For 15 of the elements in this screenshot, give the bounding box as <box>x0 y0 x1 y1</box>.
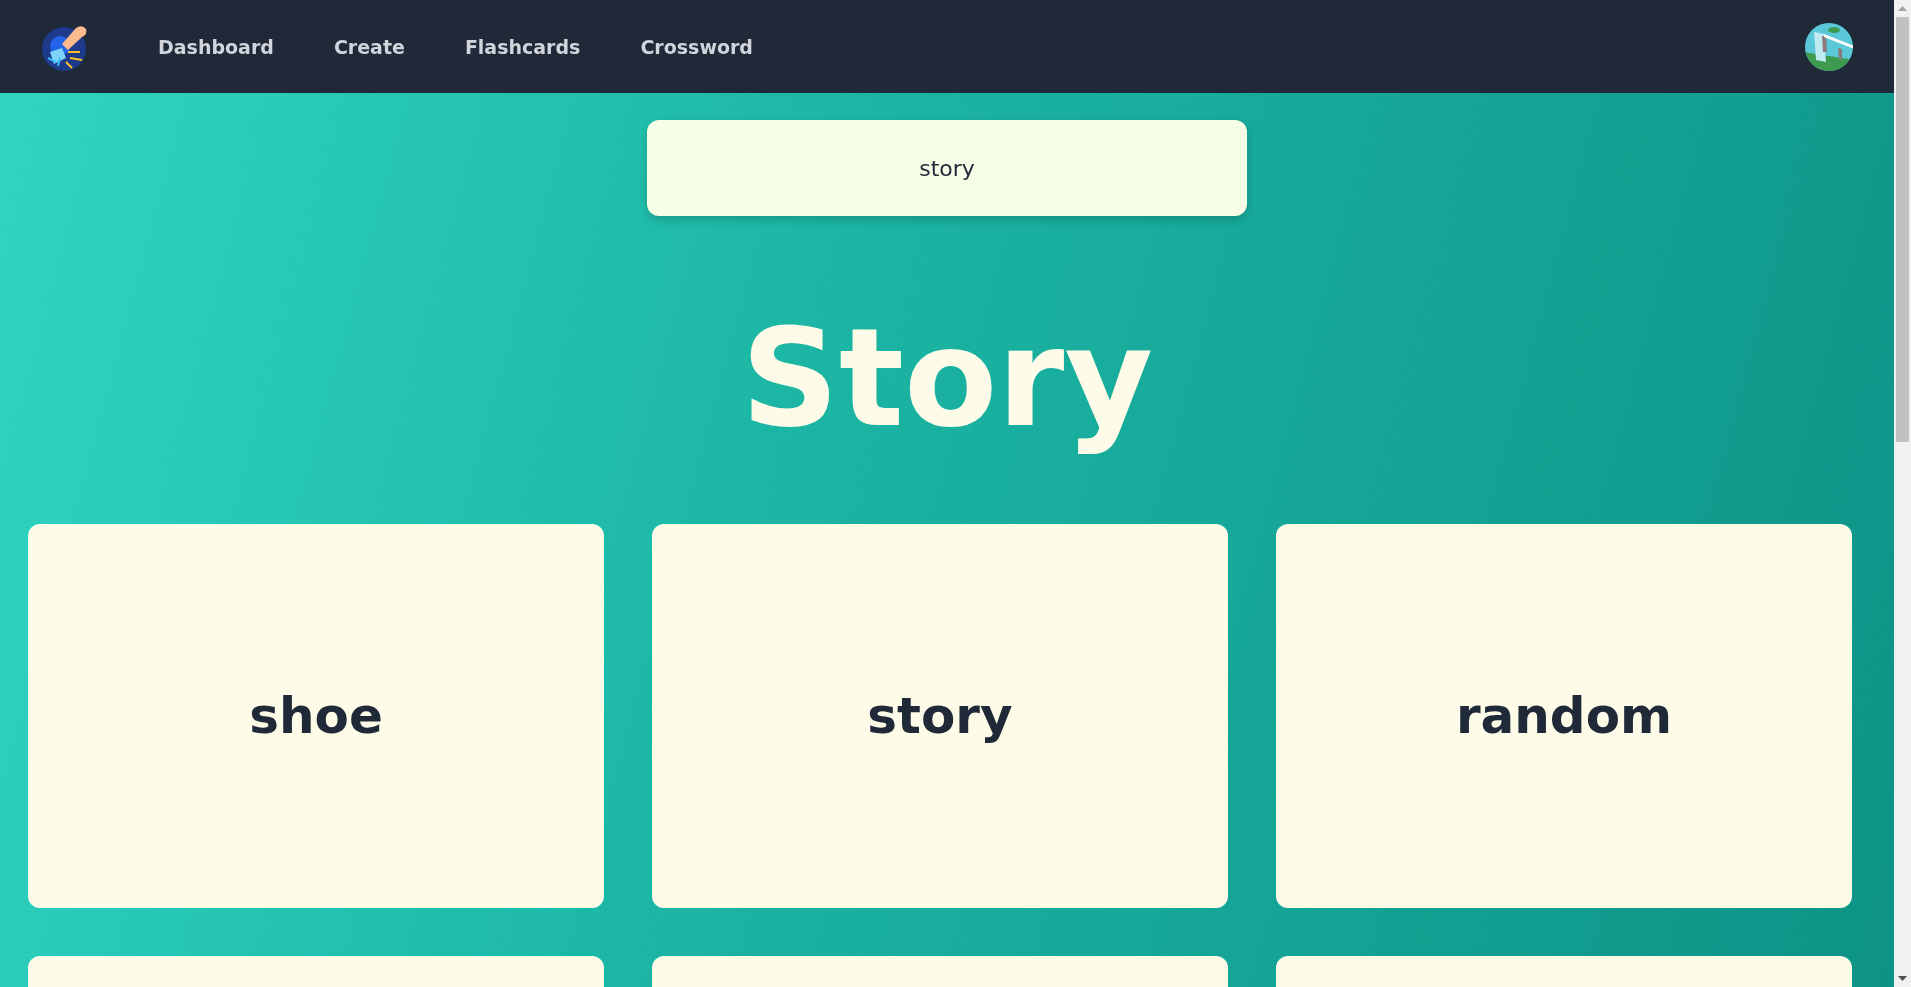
word-card[interactable]: story <box>652 524 1228 908</box>
word-card[interactable]: random <box>1276 524 1852 908</box>
search-field[interactable]: story <box>647 120 1247 216</box>
scrollbar-thumb[interactable] <box>1896 17 1909 442</box>
card-word: story <box>867 687 1013 745</box>
card-word: random <box>1455 687 1673 745</box>
nav-link[interactable]: Flashcards <box>434 35 611 58</box>
card-word: shoe <box>249 687 383 745</box>
scroll-up-icon[interactable] <box>1898 6 1907 11</box>
word-card[interactable]: shoe <box>28 524 604 908</box>
page-heading: Story <box>740 297 1154 459</box>
nav-link[interactable]: Crossword <box>610 35 783 58</box>
nav-link[interactable]: Dashboard <box>128 35 304 58</box>
nav-link[interactable]: Create <box>303 35 435 58</box>
scroll-down-icon[interactable] <box>1898 976 1907 981</box>
